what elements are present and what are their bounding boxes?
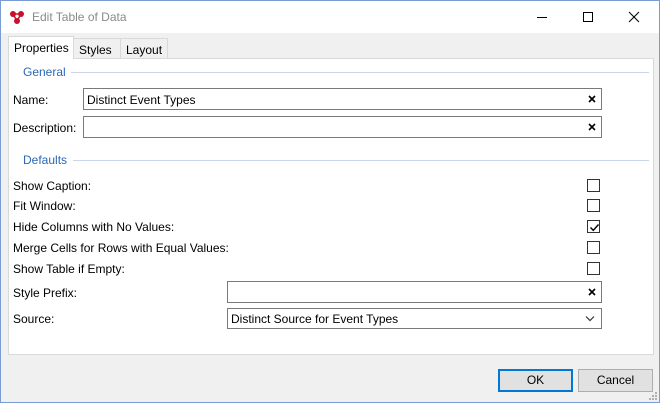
description-field[interactable] xyxy=(83,116,602,138)
merge-cells-label: Merge Cells for Rows with Equal Values: xyxy=(13,241,229,255)
show-caption-checkbox[interactable] xyxy=(587,179,600,192)
group-divider-defaults xyxy=(73,160,649,161)
chevron-down-icon xyxy=(585,316,595,322)
show-caption-label: Show Caption: xyxy=(13,179,92,193)
hide-columns-label: Hide Columns with No Values: xyxy=(13,220,175,234)
group-divider-general xyxy=(71,72,649,73)
clear-style-prefix-icon[interactable] xyxy=(588,288,596,296)
group-header-general: General xyxy=(23,65,66,79)
tab-styles[interactable]: Styles xyxy=(73,38,121,59)
window-title: Edit Table of Data xyxy=(32,10,127,24)
fit-window-checkbox[interactable] xyxy=(587,199,600,212)
tab-properties[interactable]: Properties xyxy=(8,36,74,59)
clear-name-icon[interactable] xyxy=(588,95,596,103)
style-prefix-field[interactable] xyxy=(227,281,602,303)
minimize-icon xyxy=(537,17,547,18)
fit-window-label: Fit Window: xyxy=(13,199,76,213)
ok-button[interactable]: OK xyxy=(498,369,573,392)
show-table-if-empty-label: Show Table if Empty: xyxy=(13,262,125,276)
clear-description-icon[interactable] xyxy=(588,123,596,131)
group-header-defaults: Defaults xyxy=(23,153,68,167)
style-prefix-label: Style Prefix: xyxy=(13,286,78,300)
show-table-if-empty-checkbox[interactable] xyxy=(587,262,600,275)
cancel-button[interactable]: Cancel xyxy=(578,369,653,392)
name-field[interactable]: Distinct Event Types xyxy=(83,88,602,110)
close-icon xyxy=(628,11,640,23)
maximize-button[interactable] xyxy=(565,1,611,33)
source-select[interactable]: Distinct Source for Event Types xyxy=(227,308,602,329)
name-label: Name: xyxy=(13,93,49,107)
resize-grip-icon[interactable] xyxy=(647,390,657,400)
tab-layout[interactable]: Layout xyxy=(120,38,168,59)
title-bar[interactable]: Edit Table of Data xyxy=(1,1,659,33)
source-value: Distinct Source for Event Types xyxy=(231,312,399,326)
close-button[interactable] xyxy=(611,1,657,33)
name-value: Distinct Event Types xyxy=(87,93,196,107)
checkmark-icon xyxy=(590,224,600,232)
tab-properties-label: Properties xyxy=(14,41,69,55)
tab-styles-label: Styles xyxy=(79,43,112,57)
source-label: Source: xyxy=(13,312,55,326)
dialog-window: Edit Table of Data Properties Styles Lay… xyxy=(0,0,660,403)
description-label: Description: xyxy=(13,121,77,135)
minimize-button[interactable] xyxy=(519,1,565,33)
hide-columns-checkbox[interactable] xyxy=(587,220,600,233)
tab-layout-label: Layout xyxy=(126,43,163,57)
maximize-icon xyxy=(583,12,593,22)
merge-cells-checkbox[interactable] xyxy=(587,241,600,254)
app-logo-icon xyxy=(9,9,25,25)
